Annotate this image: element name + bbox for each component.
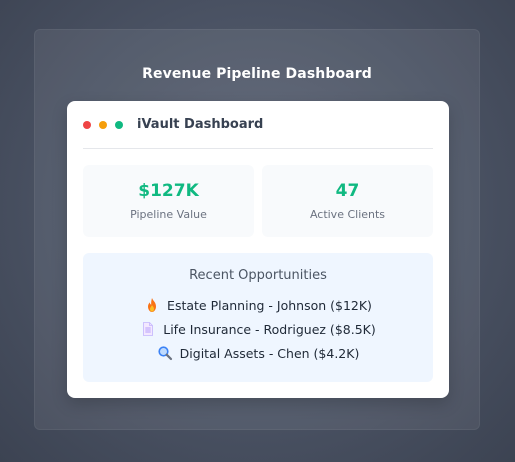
stat-label: Active Clients xyxy=(309,208,386,221)
stat-card-active-clients: 47 Active Clients xyxy=(262,165,433,237)
stat-value: 47 xyxy=(335,181,360,201)
recent-opportunities-title: Recent Opportunities xyxy=(189,268,327,283)
window-title: iVault Dashboard xyxy=(137,117,264,132)
maximize-window-dot[interactable] xyxy=(115,120,123,129)
fire-icon xyxy=(144,297,160,313)
page-title: Revenue Pipeline Dashboard xyxy=(142,66,372,82)
magnifier-icon xyxy=(157,345,173,361)
opportunity-text: Life Insurance - Rodriguez ($8.5K) xyxy=(163,321,376,337)
opportunity-item[interactable]: Estate Planning - Johnson ($12K) xyxy=(144,297,372,313)
stat-card-pipeline-value: $127K Pipeline Value xyxy=(83,165,254,237)
dashboard-window: iVault Dashboard $127K Pipeline Value 47… xyxy=(67,101,449,398)
opportunity-text: Estate Planning - Johnson ($12K) xyxy=(167,297,372,313)
document-icon xyxy=(140,321,156,337)
opportunity-item[interactable]: Life Insurance - Rodriguez ($8.5K) xyxy=(140,321,376,337)
stats-row: $127K Pipeline Value 47 Active Clients xyxy=(83,165,433,237)
close-window-dot[interactable] xyxy=(83,120,91,129)
recent-opportunities-panel: Recent Opportunities Estate Planning - J… xyxy=(83,253,433,382)
window-titlebar: iVault Dashboard xyxy=(83,101,433,149)
dashboard-panel: Revenue Pipeline Dashboard iVault Dashbo… xyxy=(34,29,480,430)
minimize-window-dot[interactable] xyxy=(99,120,107,129)
stat-value: $127K xyxy=(138,181,199,201)
opportunity-item[interactable]: Digital Assets - Chen ($4.2K) xyxy=(157,345,360,361)
stat-label: Pipeline Value xyxy=(130,208,207,221)
opportunity-text: Digital Assets - Chen ($4.2K) xyxy=(179,345,360,361)
